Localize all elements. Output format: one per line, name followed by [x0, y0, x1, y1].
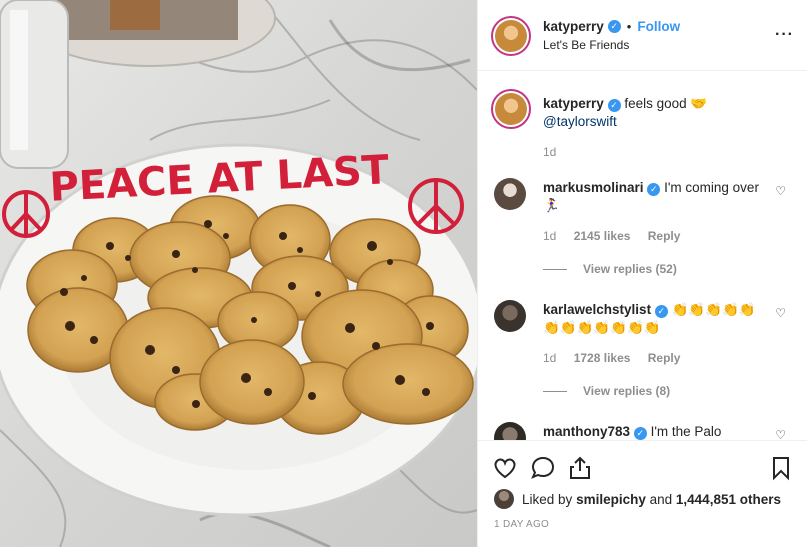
- likes-prefix: Liked by: [522, 491, 573, 507]
- comment-username[interactable]: karlawelchstylist: [543, 302, 651, 317]
- like-comment-heart-icon[interactable]: ♡: [775, 306, 786, 320]
- comment-likes[interactable]: 2145 likes: [574, 229, 631, 243]
- comment: karlawelchstylist ✓ 👏👏👏👏👏👏👏👏👏👏👏👏: [543, 301, 765, 337]
- comment-text: I'm the Palo: [650, 424, 722, 439]
- follow-button[interactable]: Follow: [637, 19, 680, 34]
- post-header: katyperry ✓ • Follow Let's Be Friends ··…: [478, 0, 807, 71]
- caption-avatar[interactable]: [495, 93, 527, 125]
- liker-username[interactable]: smilepichy: [576, 492, 646, 507]
- instagram-post: PEACE AT LAST katyperry ✓ • Follow Let's…: [0, 0, 807, 547]
- view-replies-button[interactable]: View replies (8): [543, 384, 670, 398]
- like-heart-icon[interactable]: [492, 455, 518, 481]
- comment-meta: 1d 1728 likes Reply: [543, 351, 694, 365]
- post-sidebar: katyperry ✓ • Follow Let's Be Friends ··…: [477, 0, 807, 547]
- post-timestamp[interactable]: 1 DAY AGO: [494, 519, 549, 530]
- verified-badge-icon: ✓: [647, 183, 661, 196]
- view-replies-label[interactable]: View replies (52): [583, 262, 677, 276]
- comment: manthony783 ✓ I'm the Palo: [543, 423, 765, 440]
- verified-badge-icon: ✓: [654, 305, 668, 318]
- comments-list[interactable]: katyperry ✓ feels good 🤝 @taylorswift 1d…: [478, 72, 807, 440]
- replies-divider: [543, 390, 567, 392]
- comment-username[interactable]: markusmolinari: [543, 180, 644, 195]
- view-replies-label[interactable]: View replies (8): [583, 384, 670, 398]
- like-comment-heart-icon[interactable]: ♡: [775, 184, 786, 198]
- caption-text: feels good 🤝: [624, 96, 708, 111]
- likes-count[interactable]: 1,444,851 others: [676, 492, 781, 507]
- likes-text: Liked by smilepichy and 1,444,851 others: [522, 492, 781, 507]
- post-photo[interactable]: PEACE AT LAST: [0, 0, 477, 547]
- view-replies-button[interactable]: View replies (52): [543, 262, 677, 276]
- caption-username[interactable]: katyperry: [543, 96, 604, 111]
- bookmark-icon[interactable]: [768, 455, 794, 481]
- reply-button[interactable]: Reply: [648, 229, 681, 243]
- comment-username[interactable]: manthony783: [543, 424, 630, 439]
- avatar[interactable]: [495, 20, 527, 52]
- verified-badge-icon: ✓: [607, 99, 621, 112]
- comment-likes[interactable]: 1728 likes: [574, 351, 631, 365]
- caption: katyperry ✓ feels good 🤝 @taylorswift: [543, 95, 793, 131]
- reply-button[interactable]: Reply: [648, 351, 681, 365]
- comment-time: 1d: [543, 229, 557, 243]
- action-bar: Liked by smilepichy and 1,444,851 others…: [478, 440, 807, 547]
- comment-meta: 1d 2145 likes Reply: [543, 229, 694, 243]
- share-icon[interactable]: [567, 455, 593, 481]
- caption-time: 1d: [543, 145, 557, 159]
- commenter-avatar[interactable]: [494, 300, 526, 332]
- cookie-plate-image: PEACE AT LAST: [0, 0, 477, 547]
- header-separator: •: [626, 19, 632, 34]
- verified-badge-icon: ✓: [607, 20, 621, 33]
- caption-mention[interactable]: @taylorswift: [543, 114, 617, 129]
- header-username[interactable]: katyperry: [543, 19, 604, 34]
- likes-summary: Liked by smilepichy and 1,444,851 others: [494, 489, 781, 509]
- header-user-line: katyperry ✓ • Follow: [543, 19, 680, 34]
- liker-avatar[interactable]: [494, 489, 514, 509]
- comment-time: 1d: [543, 351, 557, 365]
- verified-badge-icon: ✓: [633, 427, 647, 440]
- comment-bubble-icon[interactable]: [530, 455, 556, 481]
- comment: markusmolinari ✓ I'm coming over 🏃‍♀️: [543, 179, 765, 215]
- more-options-icon[interactable]: ···: [775, 26, 794, 44]
- likes-and: and: [649, 491, 673, 507]
- like-comment-heart-icon[interactable]: ♡: [775, 428, 786, 440]
- replies-divider: [543, 268, 567, 270]
- location-link[interactable]: Let's Be Friends: [543, 38, 629, 52]
- commenter-avatar[interactable]: [494, 178, 526, 210]
- commenter-avatar[interactable]: [494, 422, 526, 440]
